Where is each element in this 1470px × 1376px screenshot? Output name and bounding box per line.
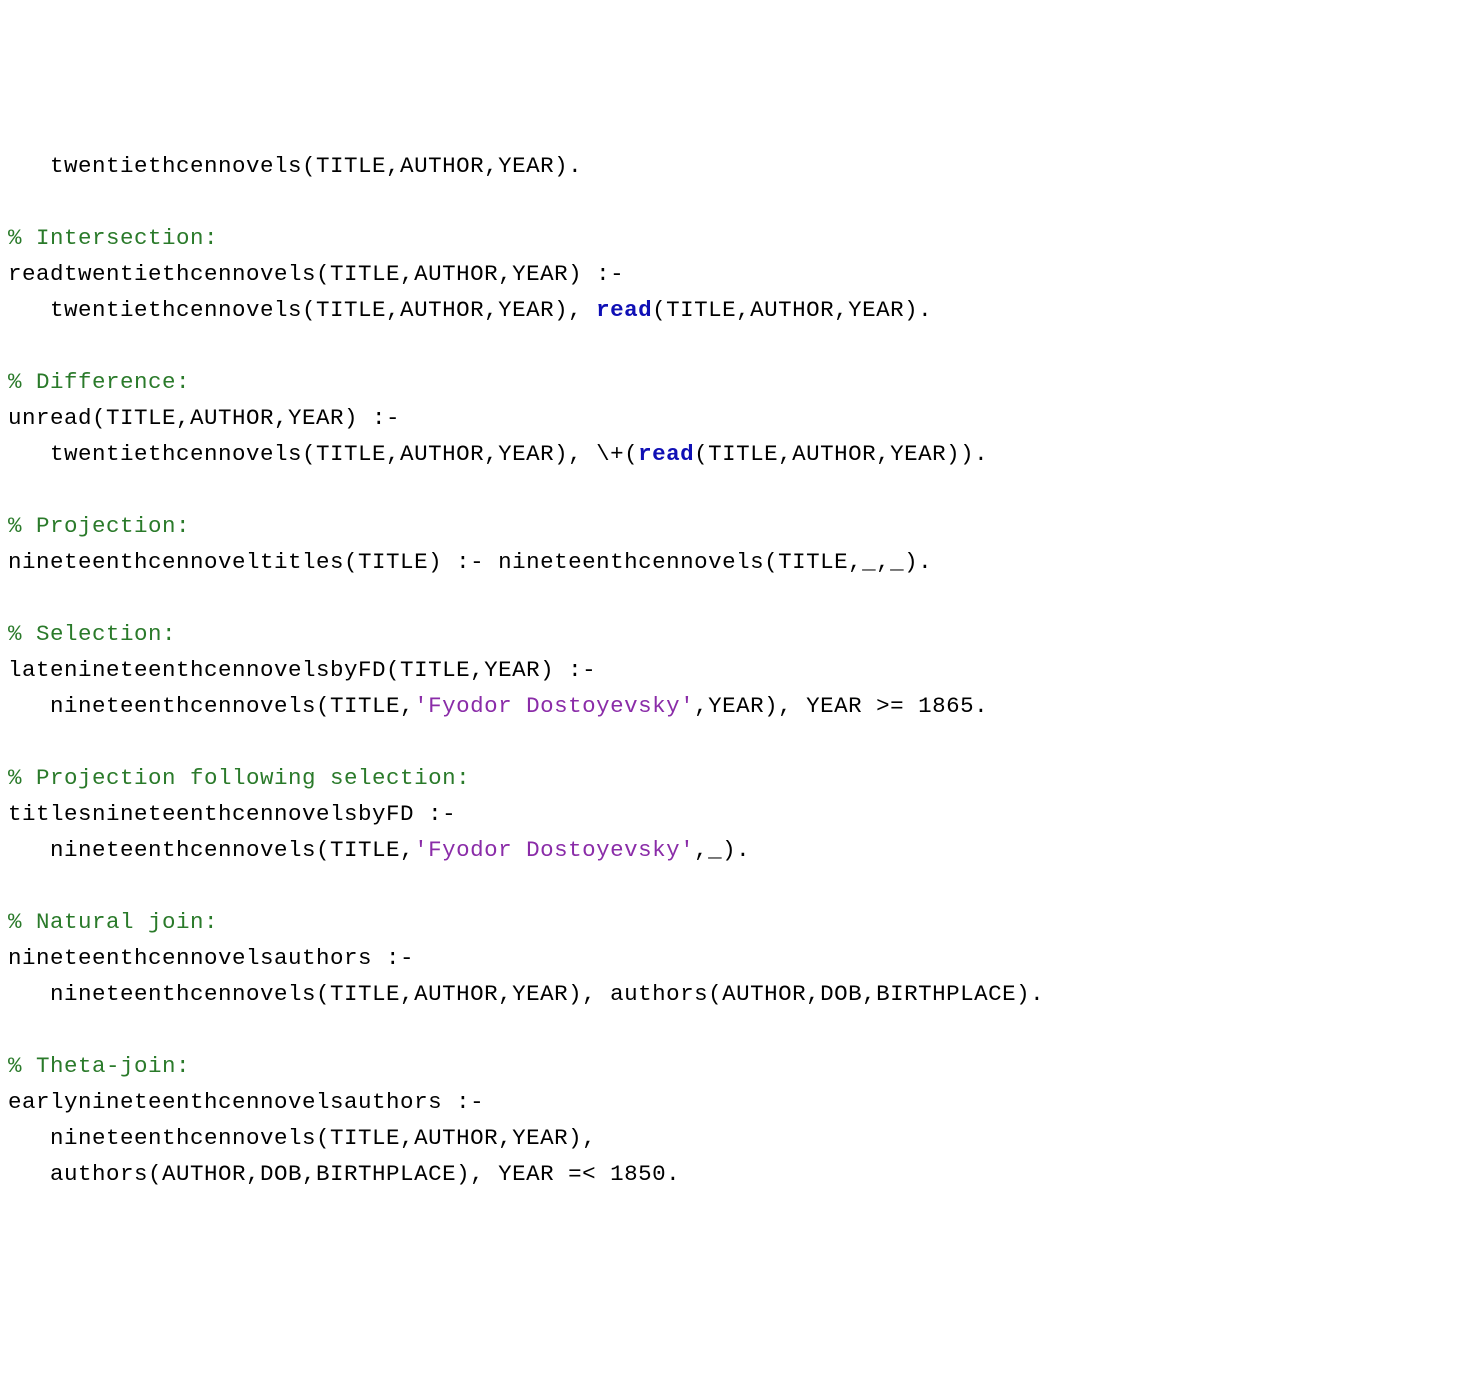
code-line: authors(AUTHOR,DOB,BIRTHPLACE), YEAR =< … xyxy=(8,1161,680,1187)
comment-line: % Projection following selection: xyxy=(8,765,470,791)
comment-line: % Theta-join: xyxy=(8,1053,190,1079)
code-line: nineteenthcennovels(TITLE, xyxy=(8,693,414,719)
code-line: latenineteenthcennovelsbyFD(TITLE,YEAR) … xyxy=(8,657,596,683)
code-line: twentiethcennovels(TITLE,AUTHOR,YEAR), \… xyxy=(8,441,638,467)
code-text: (TITLE,AUTHOR,YEAR)). xyxy=(694,441,988,467)
comment-line: % Projection: xyxy=(8,513,190,539)
comment-line: % Intersection: xyxy=(8,225,218,251)
comment-line: % Difference: xyxy=(8,369,190,395)
keyword-read: read xyxy=(638,441,694,467)
code-text: ,_). xyxy=(694,837,750,863)
keyword-read: read xyxy=(596,297,652,323)
code-block: twentiethcennovels(TITLE,AUTHOR,YEAR). %… xyxy=(8,148,1462,1192)
code-line: titlesnineteenthcennovelsbyFD :- xyxy=(8,801,456,827)
code-line: nineteenthcennovelsauthors :- xyxy=(8,945,414,971)
comment-line: % Selection: xyxy=(8,621,176,647)
code-line: nineteenthcennovels(TITLE, xyxy=(8,837,414,863)
comment-line: % Natural join: xyxy=(8,909,218,935)
code-line: nineteenthcennoveltitles(TITLE) :- ninet… xyxy=(8,549,932,575)
code-line: twentiethcennovels(TITLE,AUTHOR,YEAR), xyxy=(8,297,596,323)
code-text: (TITLE,AUTHOR,YEAR). xyxy=(652,297,932,323)
code-line: twentiethcennovels(TITLE,AUTHOR,YEAR). xyxy=(8,153,582,179)
code-line: earlynineteenthcennovelsauthors :- xyxy=(8,1089,484,1115)
code-line: unread(TITLE,AUTHOR,YEAR) :- xyxy=(8,405,400,431)
code-line: nineteenthcennovels(TITLE,AUTHOR,YEAR), … xyxy=(8,981,1044,1007)
string-literal: 'Fyodor Dostoyevsky' xyxy=(414,837,694,863)
code-line: nineteenthcennovels(TITLE,AUTHOR,YEAR), xyxy=(8,1125,596,1151)
string-literal: 'Fyodor Dostoyevsky' xyxy=(414,693,694,719)
code-text: ,YEAR), YEAR >= 1865. xyxy=(694,693,988,719)
code-line: readtwentiethcennovels(TITLE,AUTHOR,YEAR… xyxy=(8,261,624,287)
